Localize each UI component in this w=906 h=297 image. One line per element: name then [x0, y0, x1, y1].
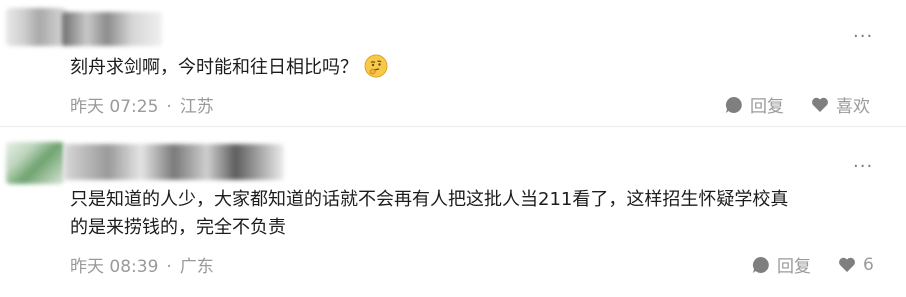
username[interactable]: [64, 144, 284, 180]
separator: ·: [166, 257, 172, 277]
heart-icon: [812, 97, 828, 112]
more-options-icon[interactable]: ···: [853, 158, 873, 176]
thinking-face-emoji: [364, 54, 388, 78]
reply-label: 回复: [750, 97, 784, 117]
separator: ·: [166, 97, 172, 117]
comment-text: 刻舟求剑啊，今时能和往日相比吗？: [70, 54, 388, 82]
reply-button[interactable]: 回复: [724, 92, 784, 117]
avatar[interactable]: [6, 142, 64, 184]
location: 江苏: [179, 97, 214, 117]
timestamp: 昨天 07:25: [70, 97, 159, 117]
comment-actions: 回复 6: [751, 252, 874, 277]
reply-label: 回复: [777, 257, 811, 277]
comment-meta: 昨天 08:39 · 广东: [70, 252, 214, 277]
avatar[interactable]: [6, 8, 66, 46]
username[interactable]: [62, 12, 162, 46]
timestamp: 昨天 08:39: [70, 257, 159, 277]
comment-text: 只是知道的人少，大家都知道的话就不会再有人把这批人当211看了，这样招生怀疑学校…: [70, 186, 788, 242]
like-count: 6: [863, 254, 874, 275]
comment-1: ··· 刻舟求剑啊，今时能和往日相比吗？ 昨天 07:25 · 江苏 回复 喜欢: [0, 0, 906, 126]
like-button[interactable]: 喜欢: [810, 92, 870, 117]
like-button[interactable]: 6: [837, 255, 874, 275]
reply-bubble-icon: [752, 256, 769, 273]
comment-actions: 回复 喜欢: [724, 92, 870, 117]
heart-icon: [839, 257, 855, 272]
divider: [0, 126, 906, 127]
reply-bubble-icon: [725, 96, 742, 113]
comment-meta: 昨天 07:25 · 江苏: [70, 92, 214, 117]
more-options-icon[interactable]: ···: [853, 28, 873, 46]
comment-2: ··· 只是知道的人少，大家都知道的话就不会再有人把这批人当211看了，这样招生…: [0, 128, 906, 297]
comment-text-line-1: 只是知道的人少，大家都知道的话就不会再有人把这批人当211看了，这样招生怀疑学校…: [70, 189, 789, 210]
location: 广东: [179, 257, 214, 277]
comment-text-line-2: 的是来捞钱的，完全不负责: [70, 217, 286, 238]
reply-button[interactable]: 回复: [751, 252, 811, 277]
like-label: 喜欢: [836, 97, 870, 117]
